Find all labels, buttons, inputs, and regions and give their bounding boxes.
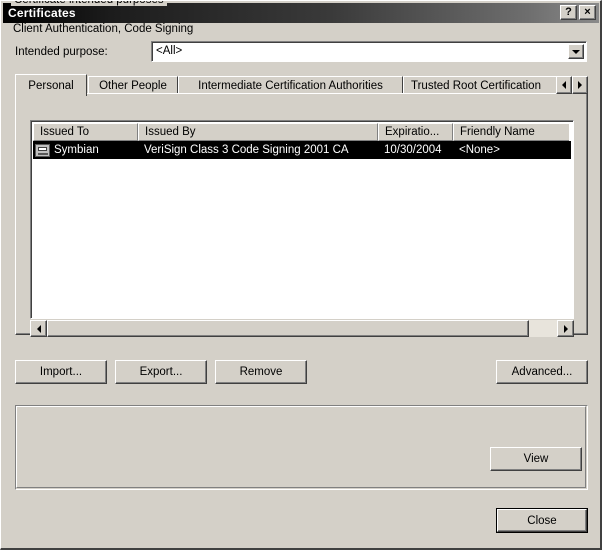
- window-title: Certificates: [8, 6, 76, 20]
- advanced-button[interactable]: Advanced...: [496, 360, 588, 384]
- table-row[interactable]: Symbian VeriSign Class 3 Code Signing 20…: [33, 141, 571, 159]
- close-button-label: Close: [497, 509, 587, 532]
- intended-purposes-text: Client Authentication, Code Signing: [13, 23, 194, 35]
- close-icon[interactable]: ×: [579, 5, 596, 20]
- tab-scroll-left-button[interactable]: [556, 76, 572, 94]
- list-body: Symbian VeriSign Class 3 Code Signing 20…: [33, 141, 571, 159]
- cell-issued-by: VeriSign Class 3 Code Signing 2001 CA: [144, 144, 349, 156]
- certificates-dialog: Certificates ? × Intended purpose: <All>…: [0, 0, 602, 550]
- close-button[interactable]: Close: [496, 508, 588, 533]
- column-header-friendly-name[interactable]: Friendly Name: [453, 123, 569, 141]
- tab-strip: Personal Other People Intermediate Certi…: [15, 74, 588, 96]
- cell-friendly-name: <None>: [459, 144, 500, 156]
- scrollbar-thumb[interactable]: [47, 320, 529, 337]
- import-button[interactable]: Import...: [15, 360, 107, 384]
- intended-purpose-value: <All>: [156, 45, 183, 57]
- scrollbar-track[interactable]: [47, 320, 557, 337]
- tab-intermediate-label: Intermediate Certification Authorities: [198, 80, 383, 92]
- tab-personal-label: Personal: [28, 79, 74, 92]
- arrow-left-icon: [36, 324, 41, 333]
- remove-button[interactable]: Remove: [215, 360, 307, 384]
- intended-purpose-combobox[interactable]: <All>: [151, 41, 587, 62]
- certificates-list[interactable]: Issued To Issued By Expiratio... Friendl…: [30, 120, 574, 319]
- cell-issued-to-text: Symbian: [54, 144, 99, 156]
- groupbox-legend: Certificate intended purposes: [11, 1, 167, 6]
- arrow-down-glyph: [572, 49, 580, 54]
- tab-personal[interactable]: Personal: [15, 74, 87, 96]
- intended-purpose-label: Intended purpose:: [15, 46, 108, 58]
- cell-expiration: 10/30/2004: [384, 144, 442, 156]
- tab-scroll-buttons: [556, 76, 588, 94]
- tab-scroll-right-button[interactable]: [572, 76, 588, 94]
- scroll-right-button[interactable]: [557, 320, 574, 337]
- certificate-icon: [35, 143, 50, 157]
- tab-panel-personal: Issued To Issued By Expiratio... Friendl…: [15, 93, 588, 337]
- column-header-expiration[interactable]: Expiratio...: [378, 123, 453, 141]
- title-bar[interactable]: Certificates ? ×: [3, 3, 599, 23]
- chevron-down-icon[interactable]: [568, 44, 584, 59]
- titlebar-buttons: ? ×: [560, 5, 596, 20]
- view-button[interactable]: View: [490, 447, 582, 471]
- export-button[interactable]: Export...: [115, 360, 207, 384]
- help-button[interactable]: ?: [560, 5, 577, 20]
- tab-trusted-root-label: Trusted Root Certification: [411, 80, 541, 92]
- column-header-issued-by[interactable]: Issued By: [138, 123, 378, 141]
- scroll-left-button[interactable]: [30, 320, 47, 337]
- arrow-right-icon: [578, 81, 582, 89]
- column-header-issued-to[interactable]: Issued To: [33, 123, 138, 141]
- arrow-right-icon: [563, 324, 568, 333]
- list-header-row: Issued To Issued By Expiratio... Friendl…: [33, 123, 569, 141]
- tab-other-people-label: Other People: [99, 80, 167, 92]
- cell-issued-to: Symbian: [33, 141, 138, 159]
- arrow-left-icon: [562, 81, 566, 89]
- horizontal-scrollbar[interactable]: [30, 320, 574, 337]
